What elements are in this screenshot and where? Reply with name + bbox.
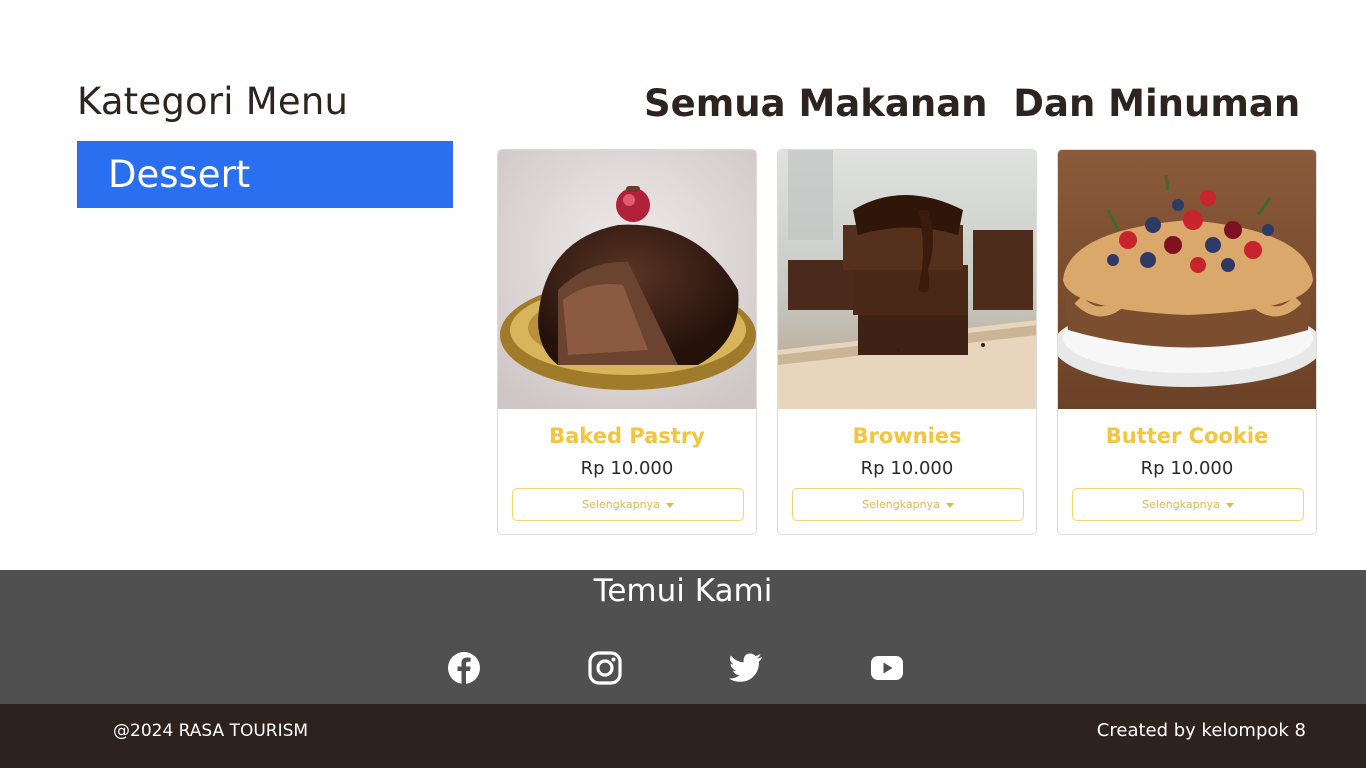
details-button[interactable]: Selengkapnya (512, 488, 744, 521)
product-name: Butter Cookie (1105, 424, 1269, 448)
main-section: Kategori Menu Dessert Semua Makanan Dan … (0, 0, 1366, 570)
caret-down-icon (945, 502, 954, 508)
product-card: Brownies Rp 10.000 Selengkapnya (777, 149, 1037, 535)
product-image-brownies (778, 150, 1036, 409)
details-button[interactable]: Selengkapnya (1072, 488, 1304, 521)
caret-down-icon (665, 502, 674, 508)
product-card: Baked Pastry Rp 10.000 Selengkapnya (497, 149, 757, 535)
footer: Temui Kami (0, 570, 1366, 704)
product-name: Baked Pastry (549, 424, 705, 448)
details-button-label: Selengkapnya (1142, 498, 1220, 511)
details-button[interactable]: Selengkapnya (792, 488, 1024, 521)
product-price: Rp 10.000 (1140, 458, 1234, 479)
facebook-icon[interactable] (446, 650, 482, 686)
category-title: Kategori Menu (77, 80, 349, 123)
bottom-bar: @2024 RASA TOURISM Created by kelompok 8 (0, 704, 1366, 768)
copyright-text: @2024 RASA TOURISM (113, 721, 309, 741)
product-image-butter-cookie (1058, 150, 1316, 409)
details-button-label: Selengkapnya (862, 498, 940, 511)
twitter-icon[interactable] (728, 650, 764, 686)
product-price: Rp 10.000 (860, 458, 954, 479)
product-image-baked-pastry (498, 150, 756, 409)
instagram-icon[interactable] (587, 650, 623, 686)
product-price: Rp 10.000 (580, 458, 674, 479)
details-button-label: Selengkapnya (582, 498, 660, 511)
section-title: Semua Makanan Dan Minuman (644, 82, 1301, 125)
footer-title: Temui Kami (593, 573, 773, 609)
product-name: Brownies (852, 424, 962, 448)
caret-down-icon (1225, 502, 1234, 508)
category-item-dessert[interactable]: Dessert (77, 141, 453, 208)
product-card: Butter Cookie Rp 10.000 Selengkapnya (1057, 149, 1317, 535)
youtube-icon[interactable] (869, 650, 905, 686)
credit-text: Created by kelompok 8 (1096, 720, 1306, 741)
